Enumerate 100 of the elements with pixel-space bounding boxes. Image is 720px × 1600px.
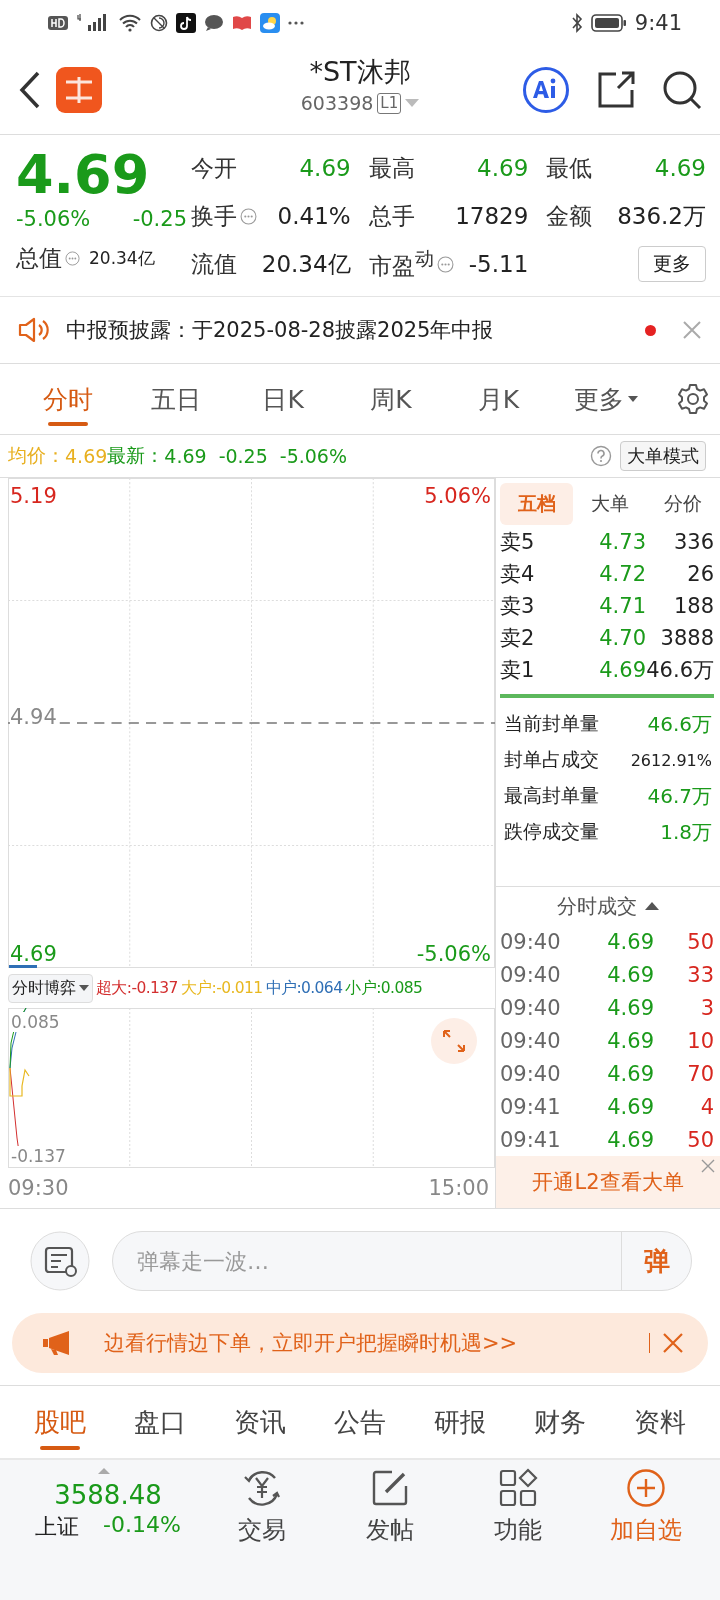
chart-tab[interactable]: 日K: [229, 364, 337, 434]
trade-volume: 33: [686, 962, 714, 987]
music-app-icon: [176, 13, 196, 33]
ask-label: 卖4: [500, 561, 536, 588]
caret-icon: [628, 395, 639, 403]
seal-value: 46.6万: [647, 710, 712, 738]
info-icon[interactable]: [436, 255, 454, 273]
danmu-settings-icon[interactable]: [30, 1231, 90, 1291]
stat-label: 金额: [546, 201, 593, 231]
trade-time: 09:40: [500, 962, 562, 987]
caret-icon: [98, 1468, 110, 1474]
latest-label: 最新：: [107, 443, 165, 468]
content-tab[interactable]: 公告: [310, 1386, 410, 1458]
content-tab[interactable]: 研报: [410, 1386, 510, 1458]
index-value: 3588.48: [54, 1480, 162, 1510]
ask-label: 卖5: [500, 529, 536, 556]
trade-price: 4.69: [606, 1061, 654, 1086]
ai-icon[interactable]: [522, 66, 570, 114]
hd-icon: [48, 15, 68, 31]
chart-tab[interactable]: 分时: [14, 364, 122, 434]
ask-price: 4.73: [598, 530, 646, 554]
trade-volume: 10: [686, 1028, 714, 1053]
ask-volume: 3888: [659, 626, 714, 650]
close-icon[interactable]: [700, 1158, 716, 1174]
stat-label: 今开: [191, 153, 237, 183]
stat-value: 4.69: [654, 155, 706, 181]
caret-icon[interactable]: [405, 98, 420, 108]
sort-icon[interactable]: [645, 901, 659, 911]
seal-value: 46.7万: [647, 782, 712, 810]
trade-time: 09:40: [500, 995, 562, 1020]
exchange-icon: [241, 1468, 283, 1508]
content-tab[interactable]: 资讯: [210, 1386, 310, 1458]
axis-label: -0.137: [11, 1146, 66, 1166]
ask-volume: 46.6万: [646, 657, 714, 684]
legend-item: 小户:0.085: [345, 977, 423, 999]
axis-label: -5.06%: [416, 942, 491, 966]
trade-price: 4.69: [606, 962, 654, 987]
stock-name: *ST沐邦: [309, 55, 411, 89]
change-amount: -0.25: [132, 207, 187, 231]
help-icon[interactable]: [590, 445, 612, 467]
close-icon[interactable]: [682, 320, 702, 340]
battery-icon: [590, 14, 627, 32]
stat-value: 20.34亿: [89, 246, 155, 270]
level-badge: L1: [377, 92, 402, 114]
ask-volume: 188: [672, 594, 714, 618]
index-ticker[interactable]: 3588.48 上证 -0.14%: [18, 1468, 198, 1542]
footer-action[interactable]: 功能: [454, 1468, 582, 1546]
legend-item: 中户:0.064: [265, 977, 343, 999]
ask-label: 卖1: [500, 657, 536, 684]
weather-icon: [260, 13, 280, 33]
settings-icon[interactable]: [676, 382, 711, 416]
stat-value: 20.34亿: [261, 249, 351, 279]
close-icon[interactable]: [662, 1332, 684, 1354]
legend-item: 大户:-0.011: [180, 977, 263, 999]
content-tab[interactable]: 财务: [510, 1386, 610, 1458]
ask-volume: 336: [672, 530, 714, 554]
trade-price: 4.69: [606, 1094, 654, 1119]
apps-icon: [498, 1468, 538, 1508]
order-book-tab[interactable]: 大单: [573, 483, 647, 525]
trade-time: 09:40: [500, 1061, 562, 1086]
legend-item: 超大:-0.137: [96, 977, 178, 999]
trade-volume: 50: [686, 929, 714, 954]
chart-tab[interactable]: 周K: [337, 364, 445, 434]
trade-volume: 3: [699, 995, 714, 1020]
index-name: 上证: [35, 1513, 80, 1541]
stat-label: 流值: [191, 249, 237, 279]
change-percent: -5.06%: [16, 207, 91, 231]
info-icon[interactable]: [65, 250, 80, 266]
add-icon: [626, 1468, 666, 1508]
app-logo-icon[interactable]: [56, 67, 102, 113]
chart-tab[interactable]: 更多: [552, 364, 661, 434]
order-book-tab[interactable]: 分价: [646, 483, 720, 525]
price-line: [9, 965, 37, 968]
trade-time: 09:41: [500, 1127, 562, 1152]
chart-tab[interactable]: 月K: [444, 364, 553, 434]
content-tab[interactable]: 盘口: [110, 1386, 210, 1458]
notice-text[interactable]: 中报预披露：于2025-08-28披露2025年中报: [66, 316, 631, 344]
stat-value: 4.69: [299, 155, 351, 181]
back-icon[interactable]: [18, 70, 42, 110]
content-tab[interactable]: 资料: [610, 1386, 710, 1458]
axis-label: 09:30: [8, 1176, 69, 1200]
latest-change: -0.25: [218, 445, 268, 467]
info-icon[interactable]: [240, 207, 257, 225]
chart-tab[interactable]: 五日: [121, 364, 230, 434]
more-button[interactable]: 更多: [638, 246, 706, 282]
indicator-select[interactable]: 分时博弈: [8, 973, 93, 1003]
axis-label: 4.69: [10, 942, 57, 966]
mode-button[interactable]: 大单模式: [620, 441, 706, 471]
stat-value: 836.2万: [617, 201, 706, 231]
content-tab[interactable]: 股吧: [10, 1386, 110, 1458]
trade-volume: 50: [686, 1127, 714, 1152]
latest-percent: -5.06%: [279, 445, 347, 467]
trade-time: 09:40: [500, 1028, 562, 1053]
footer-action[interactable]: 交易: [198, 1468, 326, 1546]
search-icon[interactable]: [662, 70, 702, 110]
expand-icon[interactable]: [431, 1018, 477, 1064]
average-label: 均价：: [8, 443, 65, 468]
current-price: 4.69: [16, 145, 151, 205]
footer-action[interactable]: 发帖: [326, 1468, 454, 1546]
share-icon[interactable]: [596, 70, 636, 110]
